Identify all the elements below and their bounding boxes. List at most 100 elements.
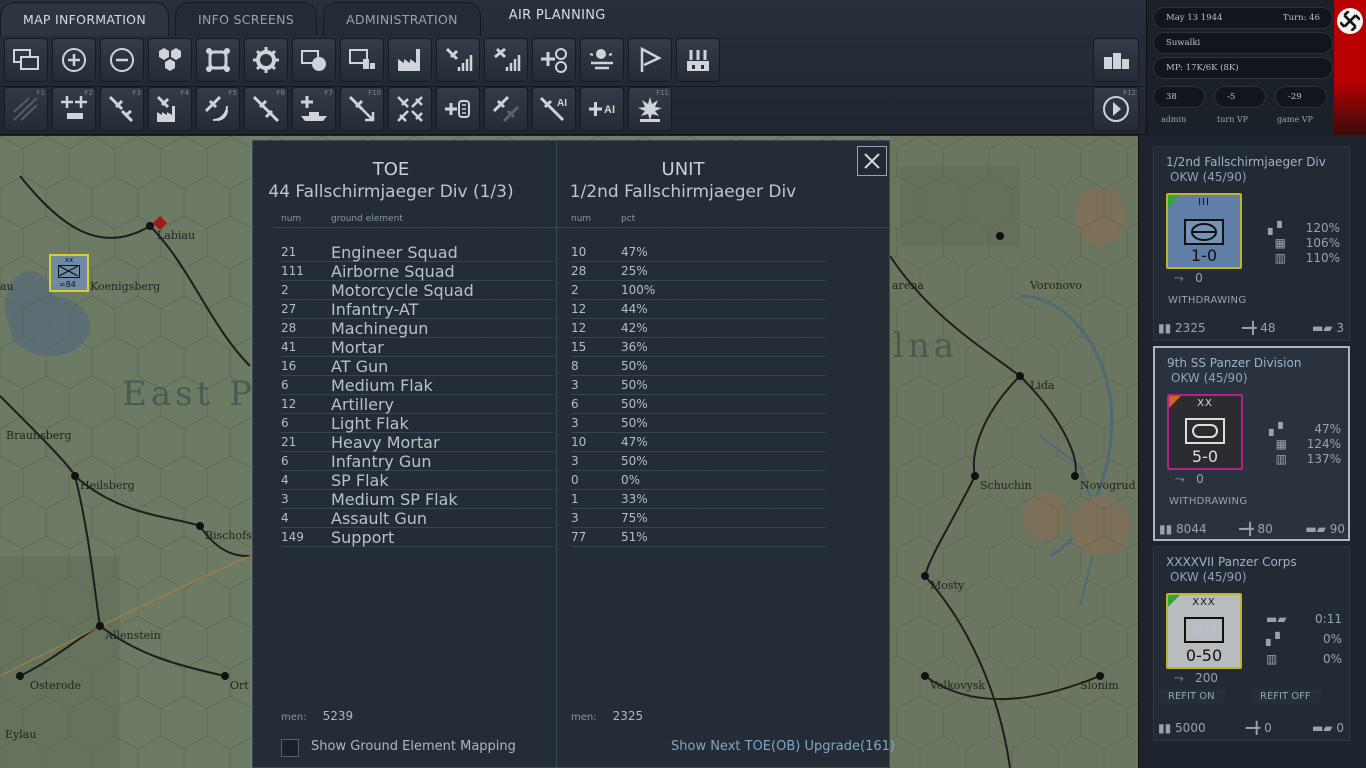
toe-count: 6 bbox=[281, 416, 289, 430]
supply-depot-icon[interactable] bbox=[676, 38, 720, 82]
svg-text:AI: AI bbox=[604, 104, 615, 116]
ai-strike-icon[interactable]: AI bbox=[532, 87, 576, 131]
explosion-icon[interactable]: F11 bbox=[628, 87, 672, 131]
turn-vp-value: -5 bbox=[1227, 92, 1236, 102]
refit-off-button[interactable]: REFIT OFF bbox=[1250, 689, 1321, 704]
faction-emblem-icon bbox=[1337, 8, 1363, 34]
ground-element-name: Medium Flak bbox=[331, 376, 433, 395]
city-label: Schuchin bbox=[980, 479, 1032, 492]
col-header-pct: pct bbox=[621, 214, 636, 224]
stat-value: 106% bbox=[1305, 236, 1340, 250]
unit-count: 10 bbox=[571, 245, 587, 259]
afv-count: 3 bbox=[1336, 321, 1344, 335]
unit-card[interactable]: XXXXVII Panzer Corps OKW (45/90) XXX HQ … bbox=[1153, 546, 1350, 741]
toe-count: 6 bbox=[281, 454, 289, 468]
unit-card-selected[interactable]: 9th SS Panzer Division OKW (45/90) XX 5-… bbox=[1153, 346, 1350, 541]
gear-icon[interactable] bbox=[244, 38, 288, 82]
monitor-icon[interactable] bbox=[340, 38, 384, 82]
flag-icon[interactable] bbox=[628, 38, 672, 82]
ground-element-name: Motorcycle Squad bbox=[331, 281, 474, 300]
ai-air-icon[interactable]: AI bbox=[580, 87, 624, 131]
air-strength-icon[interactable] bbox=[484, 38, 528, 82]
unit-card[interactable]: 1/2nd Fallschirmjaeger Div OKW (45/90) I… bbox=[1153, 146, 1350, 341]
stat-value: 0% bbox=[1322, 632, 1342, 646]
unit-counter[interactable]: XX 5-0 bbox=[1167, 394, 1243, 470]
unit-pct: 25% bbox=[621, 264, 648, 278]
unit-summary-row: ▮▮ 8044 ━╋ 80 ▬▰ 90 bbox=[1159, 522, 1345, 536]
infantry-icon: ▖▘ bbox=[1268, 221, 1287, 235]
tank-icon: ▬▰ bbox=[1311, 721, 1333, 735]
windows-icon[interactable] bbox=[4, 38, 48, 82]
air-intercept-icon[interactable]: F6 bbox=[244, 87, 288, 131]
hex-grid-icon[interactable] bbox=[148, 38, 192, 82]
toe-row: 6 Light Flak bbox=[281, 414, 553, 433]
ground-element-name: AT Gun bbox=[331, 357, 389, 376]
city-label: Allenstein bbox=[105, 629, 161, 642]
unit-list-panel: 1/2nd Fallschirmjaeger Div OKW (45/90) I… bbox=[1138, 136, 1366, 768]
city-label: Mosty bbox=[930, 579, 965, 592]
weather-icon[interactable] bbox=[580, 38, 624, 82]
tab-administration[interactable]: ADMINISTRATION bbox=[323, 2, 481, 36]
men-icon: ▮▮ bbox=[1158, 721, 1172, 735]
tab-info-screens[interactable]: INFO SCREENS bbox=[174, 2, 318, 36]
air-transport-icon[interactable] bbox=[436, 87, 480, 131]
men-count: 5000 bbox=[1175, 721, 1206, 735]
toe-title: TOE bbox=[372, 159, 410, 180]
toe-row: 3 Medium SP Flak bbox=[281, 490, 553, 509]
unit-counter[interactable]: III 1-0 bbox=[1166, 193, 1242, 269]
toe-header: TOE 44 Fallschirmjaeger Div (1/3) bbox=[253, 159, 529, 202]
manpower-display: MP: 17K/6K (8K) bbox=[1153, 57, 1333, 79]
hq-stats: ▬▰ 0:11 ▖▘ 0% ▥ 0% bbox=[1266, 609, 1342, 669]
air-transfer-icon[interactable]: F10 bbox=[340, 87, 384, 131]
unit-row: 3 50% bbox=[571, 414, 825, 433]
next-unit-button[interactable]: F12 bbox=[1093, 87, 1139, 131]
refit-on-button[interactable]: REFIT ON bbox=[1158, 689, 1225, 704]
hotkey-label: F7 bbox=[324, 89, 333, 97]
ground-element-mapping-checkbox[interactable] bbox=[281, 739, 299, 757]
ground-element-name: Artillery bbox=[331, 395, 395, 414]
frame-icon[interactable] bbox=[196, 38, 240, 82]
air-recon-mission-icon[interactable]: F5 bbox=[196, 87, 240, 131]
air-strike-icon[interactable]: F3 bbox=[100, 87, 144, 131]
air-ground-icon[interactable]: F2 bbox=[52, 87, 96, 131]
panel-toggle-icon[interactable] bbox=[1093, 38, 1139, 82]
hotkey-label: F10 bbox=[368, 89, 381, 97]
city-label: Osterode bbox=[30, 679, 82, 692]
show-next-toe-upgrade-link[interactable]: Show Next TOE(OB) Upgrade(161) bbox=[671, 739, 895, 754]
air-target-icon[interactable] bbox=[532, 38, 576, 82]
toolbar-row-2: F1 F2 F3 F4 F5 F6 F7 F10 AI AI F11 bbox=[4, 87, 672, 131]
unit-pct: 100% bbox=[621, 283, 656, 297]
unit-counter[interactable]: XXX HQ 0-50 bbox=[1166, 593, 1242, 669]
main-tabs: MAP INFORMATION INFO SCREENS ADMINISTRAT… bbox=[0, 0, 634, 36]
unit-count: 3 bbox=[571, 511, 579, 525]
zoom-in-icon[interactable] bbox=[52, 38, 96, 82]
unit-pct: 50% bbox=[621, 397, 648, 411]
naval-strike-icon[interactable]: F7 bbox=[292, 87, 336, 131]
factory-icon[interactable] bbox=[388, 38, 432, 82]
air-city-icon[interactable]: F4 bbox=[148, 87, 192, 131]
unit-pct: 51% bbox=[621, 530, 648, 544]
move-icon: ⤳ bbox=[1175, 472, 1185, 486]
unit-row: 8 50% bbox=[571, 357, 825, 376]
manpower-icon: ▥ bbox=[1266, 652, 1278, 666]
unit-move-points: ⤳ 200 bbox=[1174, 671, 1218, 686]
date-turn-display: May 13 1944 Turn: 46 bbox=[1153, 7, 1333, 29]
air-recon-icon[interactable] bbox=[436, 38, 480, 82]
game-status-panel: May 13 1944 Turn: 46 Suwalki MP: 17K/6K … bbox=[1146, 0, 1366, 135]
map-overlay-icon[interactable]: F1 bbox=[4, 87, 48, 131]
tab-air-planning[interactable]: AIR PLANNING bbox=[487, 2, 628, 36]
unit-display-icon[interactable] bbox=[292, 38, 336, 82]
dialog-divider bbox=[556, 141, 557, 768]
unit-row: 12 42% bbox=[571, 319, 825, 338]
zoom-out-icon[interactable] bbox=[100, 38, 144, 82]
toe-row: 111 Airborne Squad bbox=[281, 262, 553, 281]
unit-pct: 36% bbox=[621, 340, 648, 354]
toe-row: 21 Heavy Mortar bbox=[281, 433, 553, 452]
tab-map-information[interactable]: MAP INFORMATION bbox=[0, 2, 169, 36]
gun-count: 48 bbox=[1260, 321, 1276, 335]
air-range-icon[interactable] bbox=[484, 87, 528, 131]
air-sweep-icon[interactable] bbox=[388, 87, 432, 131]
close-button[interactable] bbox=[857, 146, 887, 176]
map-unit-counter[interactable]: xx =84 bbox=[49, 254, 89, 292]
unit-count: 12 bbox=[571, 302, 587, 316]
